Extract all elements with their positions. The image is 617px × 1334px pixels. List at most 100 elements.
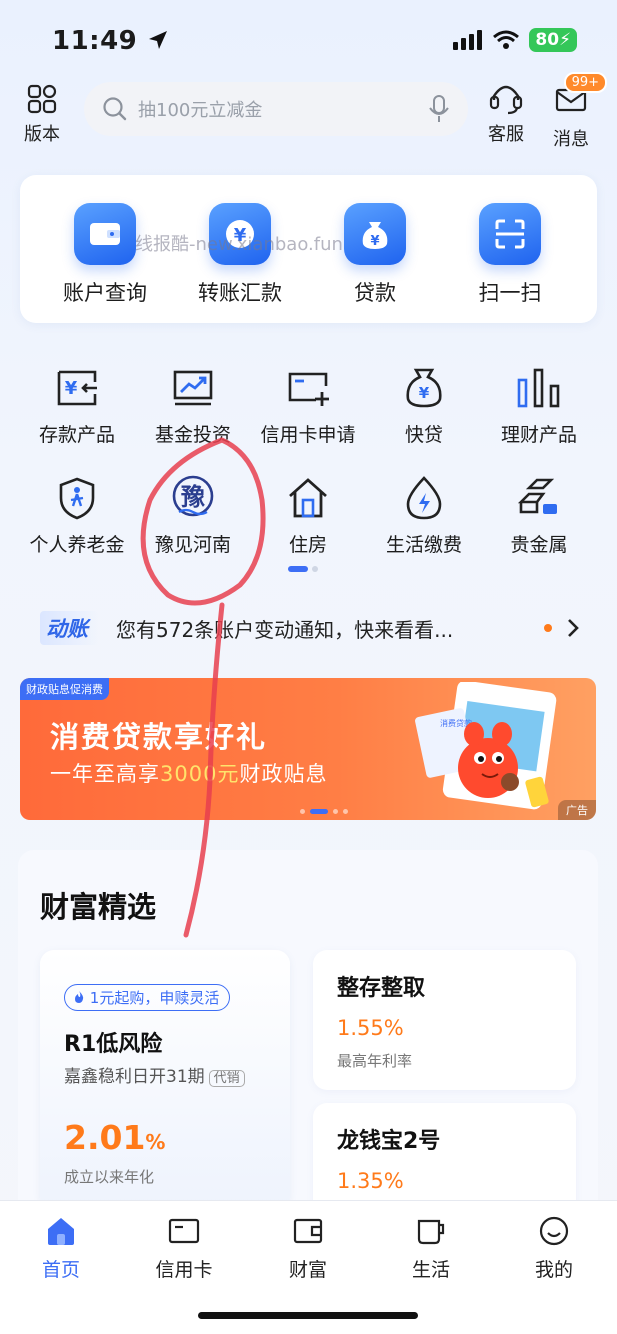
mascot-illustration: 消费贷款 [415, 682, 557, 810]
status-indicators: 80⚡ [453, 28, 577, 52]
house-icon [284, 474, 332, 522]
banner-page-indicator [300, 809, 348, 814]
wallet-tab-icon [293, 1218, 323, 1244]
grid-label: 信用卡申请 [260, 424, 356, 446]
product-risk: R1低风险 [64, 1032, 163, 1057]
grid-page-indicator [288, 566, 318, 572]
version-label: 版本 [24, 124, 60, 145]
notice-text: 您有572条账户变动通知，快来看看... [116, 617, 454, 642]
customer-service-button[interactable]: 客服 [488, 82, 524, 146]
cup-icon [417, 1219, 445, 1245]
flame-icon [75, 991, 84, 1003]
quick-label: 扫一扫 [478, 281, 542, 305]
banner-tag: 财政贴息促消费 [20, 678, 109, 700]
product-rate-label: 成立以来年化 [64, 1168, 155, 1186]
grid-label: 贵金属 [510, 534, 568, 556]
grid-label: 基金投资 [154, 424, 231, 446]
tab-home[interactable]: 首页 [11, 1215, 111, 1282]
svg-text:¥: ¥ [419, 384, 430, 402]
card-icon [168, 1218, 200, 1244]
grid-label: 快贷 [404, 424, 443, 446]
unread-dot [544, 624, 552, 632]
product-rate: 2.01% [64, 1118, 166, 1157]
deposit-icon: ¥ [53, 364, 101, 412]
tab-label: 生活 [411, 1259, 450, 1281]
version-button[interactable]: 版本 [24, 82, 60, 146]
quick-scan[interactable]: 扫一扫 [445, 203, 575, 307]
product-feature-pill: 1元起购，申赎灵活 [64, 984, 231, 1011]
status-time: 11:49 [52, 26, 169, 56]
yu-henan-icon: 豫 [169, 474, 217, 522]
wallet-icon [74, 203, 136, 265]
utility-drop-icon [400, 474, 448, 522]
search-placeholder: 抽100元立减金 [138, 100, 263, 121]
gold-bar-icon [515, 474, 563, 522]
grid-label: 住房 [288, 534, 327, 556]
wifi-icon [493, 30, 520, 49]
svg-text:¥: ¥ [65, 378, 78, 399]
grid-yu-henan[interactable]: 豫 豫见河南 [128, 474, 258, 557]
quick-label: 贷款 [354, 281, 396, 305]
product-rate: 1.55% [337, 1016, 404, 1040]
account-notice-bar[interactable]: 动账 您有572条账户变动通知，快来看看... [40, 608, 580, 648]
notice-tag: 动账 [40, 611, 98, 645]
grid-label: 存款产品 [38, 424, 115, 446]
svg-text:¥: ¥ [370, 234, 379, 249]
battery-indicator: 80⚡ [529, 28, 577, 52]
grid-personal-pension[interactable]: 个人养老金 [12, 474, 142, 557]
pension-shield-icon [53, 474, 101, 522]
grid-label: 豫见河南 [154, 534, 231, 556]
tab-wealth[interactable]: 财富 [258, 1215, 358, 1282]
tab-credit-card[interactable]: 信用卡 [134, 1215, 234, 1282]
quick-label: 转账汇款 [198, 281, 282, 305]
signal-icon [453, 30, 483, 50]
home-indicator [198, 1312, 418, 1319]
bar-chart-icon [515, 364, 563, 412]
chevron-right-icon [568, 619, 579, 637]
home-icon [48, 1218, 74, 1245]
product-title: 整存整取 [337, 976, 426, 1001]
product-rate-label: 最高年利率 [337, 1052, 413, 1070]
grid-label: 生活缴费 [385, 534, 462, 556]
credit-card-add-icon [284, 364, 332, 412]
money-bag-icon: ¥ [344, 203, 406, 265]
grid-housing[interactable]: 住房 [243, 474, 373, 557]
microphone-icon[interactable] [428, 94, 450, 124]
product-card[interactable]: 整存整取 1.55% 最高年利率 [313, 950, 576, 1090]
headset-icon [489, 85, 523, 115]
grid-utility-payment[interactable]: 生活缴费 [359, 474, 489, 557]
featured-product-card[interactable]: 1元起购，申赎灵活 R1低风险 嘉鑫稳利日开31期 代销 2.01% 成立以来年化 [40, 950, 290, 1210]
grid-wealth-products[interactable]: 理财产品 [474, 364, 604, 447]
banner-ad-label: 广告 [558, 800, 596, 820]
wealth-title: 财富精选 [40, 890, 157, 924]
product-title: 龙钱宝2号 [337, 1129, 441, 1154]
tab-label: 信用卡 [155, 1259, 213, 1281]
grid-quick-loan[interactable]: ¥ 快贷 [359, 364, 489, 447]
messages-label: 消息 [553, 129, 589, 150]
promo-banner[interactable]: 财政贴息促消费 消费贷款享好礼 一年至高享3000元财政贴息 消费贷款 广告 [20, 678, 596, 820]
fund-chart-icon [169, 364, 217, 412]
tab-mine[interactable]: 我的 [504, 1215, 604, 1282]
smile-icon [539, 1216, 569, 1246]
search-bar[interactable]: 抽100元立减金 [84, 82, 468, 136]
banner-subtitle: 一年至高享3000元财政贴息 [50, 762, 328, 786]
messages-badge: 99+ [563, 72, 607, 93]
tab-label: 我的 [534, 1259, 573, 1281]
grid-switch-icon [27, 84, 57, 114]
grid-label: 理财产品 [500, 424, 577, 446]
watermark-text: 线报酷-new.xianbao.fun [135, 234, 343, 255]
grid-fund-investment[interactable]: 基金投资 [128, 364, 258, 447]
grid-label: 个人养老金 [29, 534, 125, 556]
location-arrow-icon [148, 31, 167, 49]
product-name: 嘉鑫稳利日开31期 代销 [64, 1062, 245, 1087]
tab-life[interactable]: 生活 [381, 1215, 481, 1282]
grid-precious-metals[interactable]: 贵金属 [474, 474, 604, 557]
tab-label: 首页 [41, 1259, 80, 1281]
grid-deposit-products[interactable]: ¥ 存款产品 [12, 364, 142, 447]
search-icon [103, 97, 127, 121]
quick-loan-bag-icon: ¥ [400, 364, 448, 412]
service-label: 客服 [488, 124, 524, 145]
messages-button[interactable]: 99+ 消息 [553, 72, 607, 151]
grid-credit-card-apply[interactable]: 信用卡申请 [243, 364, 373, 447]
scan-icon [479, 203, 541, 265]
